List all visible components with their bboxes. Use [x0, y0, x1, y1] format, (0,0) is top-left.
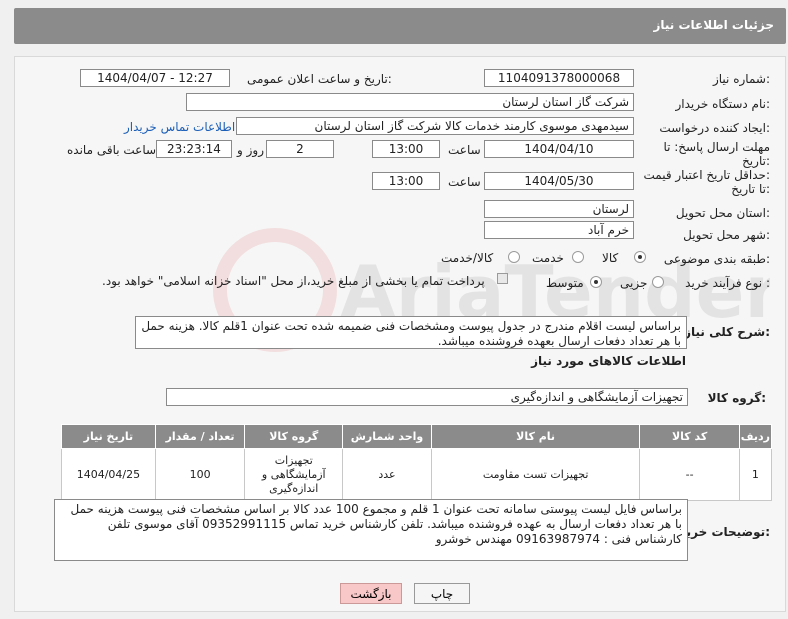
cell-unit: عدد [342, 448, 432, 501]
buyer-notes-field: براساس فایل لیست پیوستی سامانه تحت عنوان… [54, 499, 688, 561]
col-row: ردیف [738, 424, 773, 449]
buyer-org-field: شرکت گاز استان لرستان [186, 93, 634, 111]
process-radio-medium[interactable] [590, 276, 602, 288]
col-name: نام کالا [430, 424, 641, 449]
payment-note: پرداخت تمام یا بخشی از مبلغ خرید،از محل … [102, 274, 485, 288]
buyer-contact-link[interactable]: اطلاعات تماس خریدار [124, 120, 235, 134]
cell-date: 1404/04/25 [61, 448, 156, 501]
summary-label: شرح کلی نیاز: [684, 325, 770, 339]
category-radio-goods[interactable] [634, 251, 646, 263]
days-label: روز و [237, 143, 264, 157]
validity-time-label: ساعت [448, 175, 481, 189]
province-label: استان محل تحویل: [675, 206, 770, 220]
need-number-field: 1104091378000068 [484, 69, 634, 87]
col-group: گروه کالا [244, 424, 344, 449]
cell-name: تجهیزات تست مقاومت [430, 448, 641, 501]
city-label: شهر محل تحویل: [683, 228, 770, 242]
process-option-minor: جزیی [620, 276, 648, 290]
page-header: جزئیات اطلاعات نیاز [14, 8, 786, 44]
category-label: طبقه بندی موضوعی: [663, 252, 770, 266]
city-field: خرم آباد [484, 221, 634, 239]
cell-row: 1 [738, 448, 773, 501]
announce-field: 1404/04/07 - 12:27 [80, 69, 230, 87]
requester-field: سیدمهدی موسوی کارمند خدمات کالا شرکت گاز… [236, 117, 634, 135]
category-option-service: خدمت [532, 251, 564, 265]
col-unit: واحد شمارش [342, 424, 432, 449]
goods-section-title: اطلاعات کالاهای مورد نیاز [531, 354, 686, 368]
reply-deadline-label-2: تاریخ: [742, 154, 770, 168]
print-button[interactable]: چاپ [414, 583, 470, 604]
category-option-goods-service: کالا/خدمت [441, 251, 494, 265]
category-radio-service[interactable] [572, 251, 584, 263]
col-date: تاریخ نیاز [61, 424, 156, 449]
process-label: نوع فرآیند خرید : [685, 276, 770, 290]
goods-table: ردیف کد کالا نام کالا واحد شمارش گروه کا… [61, 424, 773, 501]
reply-deadline-label: مهلت ارسال پاسخ: تا [663, 140, 770, 154]
cell-qty: 100 [154, 448, 246, 501]
goods-group-label: گروه کالا: [707, 391, 766, 405]
validity-label: حداقل تاریخ اعتبار قیمت: [643, 168, 770, 182]
category-radio-goods-service[interactable] [508, 251, 520, 263]
summary-field: براساس لیست اقلام مندرج در جدول پیوست وم… [135, 316, 687, 349]
validity-label-2: تا تاریخ: [731, 182, 770, 196]
cell-code: -- [639, 448, 740, 501]
need-number-label: شماره نیاز: [712, 72, 770, 86]
buyer-org-label: نام دستگاه خریدار: [675, 97, 771, 111]
validity-date-field: 1404/05/30 [484, 172, 634, 190]
process-radio-minor[interactable] [652, 276, 664, 288]
col-qty: تعداد / مقدار [154, 424, 246, 449]
days-field: 2 [266, 140, 334, 158]
reply-time-field: 13:00 [372, 140, 440, 158]
reply-date-field: 1404/04/10 [484, 140, 634, 158]
category-option-goods: کالا [602, 251, 619, 265]
col-code: کد کالا [639, 424, 740, 449]
reply-time-label: ساعت [448, 143, 481, 157]
remaining-time-field: 23:23:14 [156, 140, 232, 158]
cell-group: تجهیزات آزمایشگاهی و اندازه‌گیری [244, 448, 344, 501]
goods-group-field: تجهیزات آزمایشگاهی و اندازه‌گیری [166, 388, 688, 406]
page-title: جزئیات اطلاعات نیاز [653, 18, 774, 32]
table-row: 1 -- تجهیزات تست مقاومت عدد تجهیزات آزما… [61, 448, 773, 501]
process-option-medium: متوسط [546, 276, 584, 290]
requester-label: ایجاد کننده درخواست: [659, 121, 770, 135]
treasury-checkbox[interactable] [497, 273, 508, 284]
back-button[interactable]: بازگشت [340, 583, 402, 604]
remaining-time-label: ساعت باقی مانده [67, 143, 157, 157]
province-field: لرستان [484, 200, 634, 218]
goods-table-header: ردیف کد کالا نام کالا واحد شمارش گروه کا… [61, 424, 773, 449]
validity-time-field: 13:00 [372, 172, 440, 190]
announce-label: تاریخ و ساعت اعلان عمومی: [247, 72, 392, 86]
